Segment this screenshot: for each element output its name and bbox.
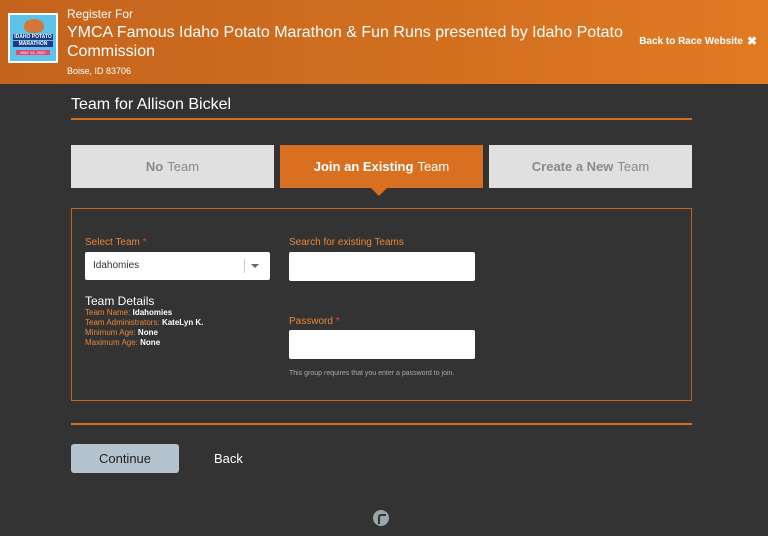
page-title: Team for Allison Bickel (71, 96, 232, 113)
tab-join-existing-team[interactable]: Join an Existing Team (280, 145, 483, 188)
min-age-value: None (137, 328, 158, 337)
select-team-value: Idahomies (93, 260, 140, 271)
race-logo[interactable]: IDAHO POTATO MARATHON MAY 14, 2022 (8, 13, 58, 63)
team-name-row: Team Name: Idahomies (85, 308, 172, 317)
tab-join-existing-bold: Join an Existing (313, 159, 414, 174)
min-age-label: Minimum Age: (85, 328, 136, 337)
tab-create-new-bold: Create a New (531, 159, 614, 174)
back-button[interactable]: Back (214, 451, 243, 466)
password-hint: This group requires that you enter a pas… (289, 370, 455, 377)
tab-no-team-rest: Team (167, 159, 200, 174)
brand-logo-icon (373, 510, 389, 526)
tab-join-existing-rest: Team (417, 159, 450, 174)
team-admins-row: Team Administrators: KateLyn K. (85, 318, 203, 327)
select-team-dropdown[interactable]: Idahomies (85, 252, 270, 280)
tab-no-team-bold: No (145, 159, 164, 174)
password-label: Password * (289, 316, 340, 327)
back-to-race-link[interactable]: Back to Race Website ✖ (639, 34, 757, 48)
password-input[interactable] (289, 330, 475, 359)
divider-bottom (71, 423, 692, 425)
select-team-label-text: Select Team (85, 237, 140, 248)
logo-line3: MAY 14, 2022 (16, 50, 50, 55)
chevron-down-icon[interactable] (251, 264, 259, 268)
race-location: Boise, ID 83706 (67, 66, 132, 76)
divider-top (71, 118, 692, 120)
continue-button[interactable]: Continue (71, 444, 179, 473)
potato-icon (24, 19, 44, 33)
team-admins-value: KateLyn K. (161, 318, 204, 327)
header-bar: IDAHO POTATO MARATHON MAY 14, 2022 Regis… (0, 0, 768, 84)
back-to-race-label: Back to Race Website (639, 35, 743, 47)
max-age-value: None (140, 338, 161, 347)
password-label-text: Password (289, 316, 333, 327)
dropdown-separator (244, 259, 245, 273)
register-for-label: Register For (67, 7, 134, 21)
team-name-label: Team Name: (85, 308, 131, 317)
active-tab-pointer (371, 188, 387, 196)
search-teams-input[interactable] (289, 252, 475, 281)
tab-no-team[interactable]: No Team (71, 145, 274, 188)
tab-create-new-rest: Team (617, 159, 650, 174)
max-age-label: Maximum Age: (85, 338, 138, 347)
logo-line2: MARATHON (13, 41, 53, 47)
close-icon: ✖ (746, 34, 757, 48)
team-admins-label: Team Administrators: (85, 318, 160, 327)
required-mark: * (142, 237, 147, 248)
password-required-mark: * (335, 316, 340, 327)
team-name-value: Idahomies (132, 308, 173, 317)
search-teams-label: Search for existing Teams (289, 237, 404, 248)
select-team-label: Select Team * (85, 237, 147, 248)
max-age-row: Maximum Age: None (85, 338, 160, 347)
race-title: YMCA Famous Idaho Potato Marathon & Fun … (67, 24, 623, 60)
logo-line1: IDAHO POTATO (13, 34, 53, 40)
min-age-row: Minimum Age: None (85, 328, 158, 337)
tab-create-new-team[interactable]: Create a New Team (489, 145, 692, 188)
team-details-title: Team Details (85, 294, 155, 308)
